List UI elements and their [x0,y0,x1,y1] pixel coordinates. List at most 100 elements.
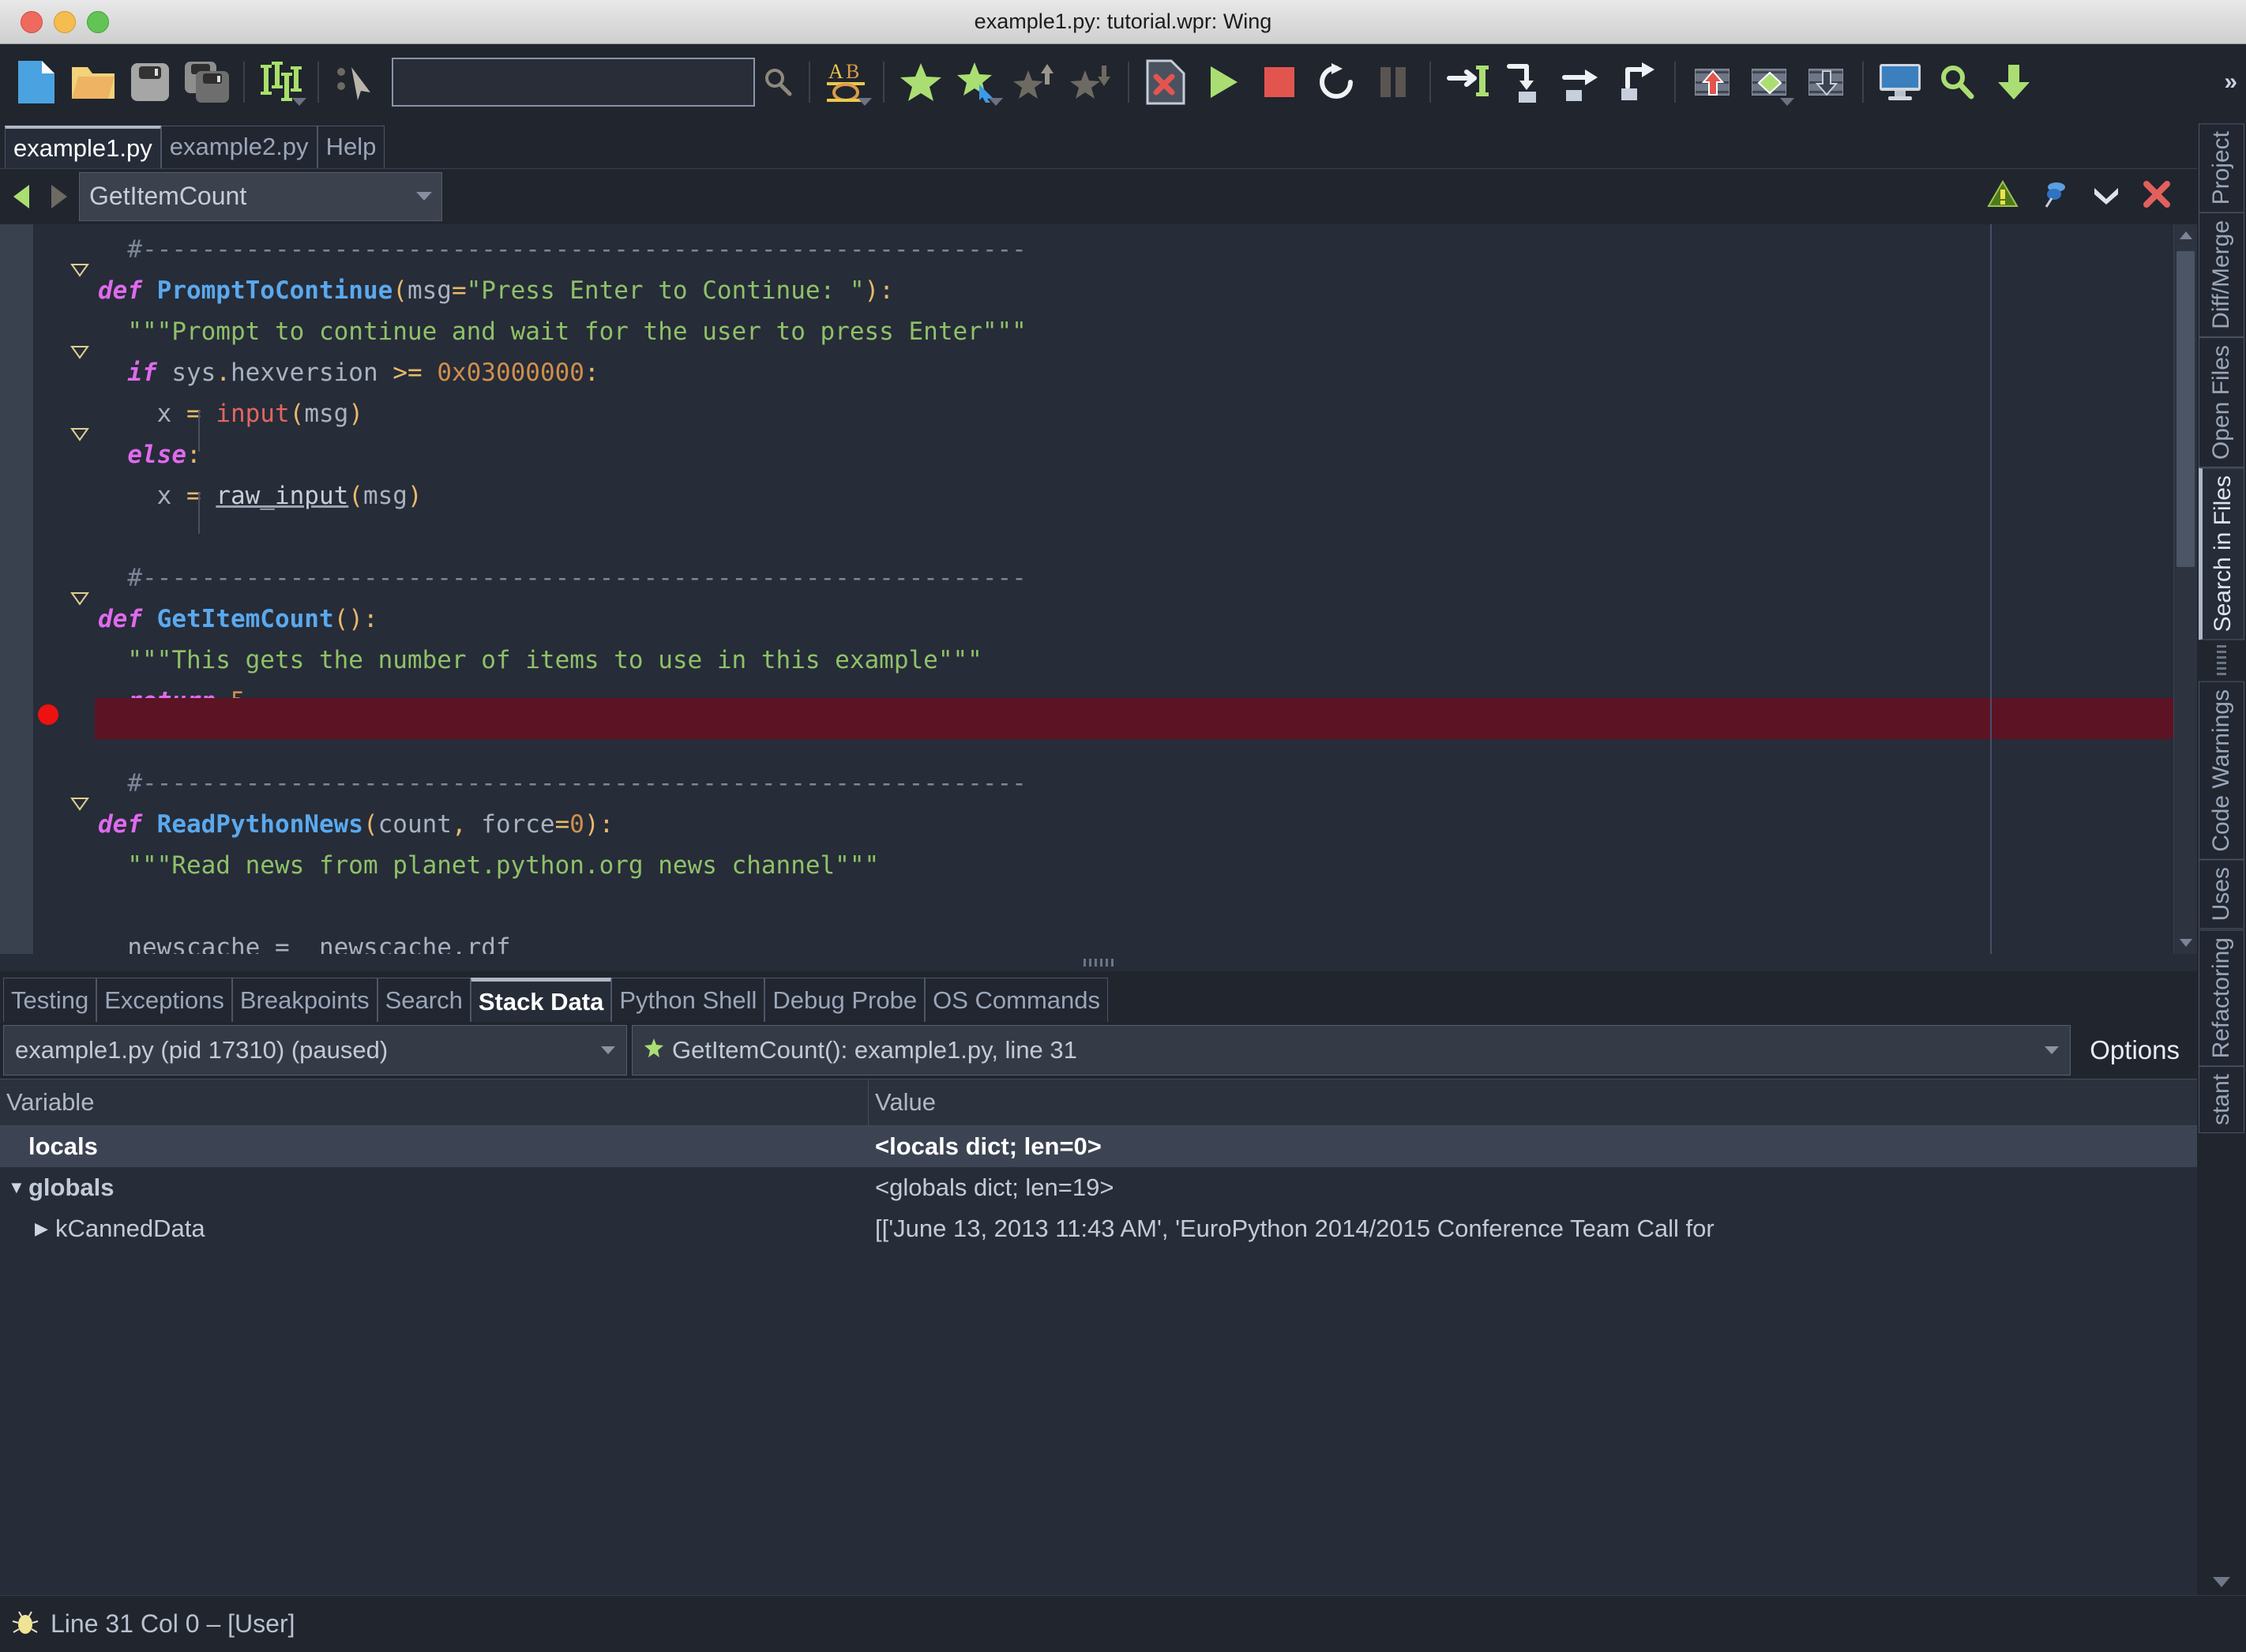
bottom-tab-python-shell[interactable]: Python Shell [611,978,765,1022]
run-icon[interactable] [1194,51,1251,114]
variable-name-cell[interactable]: ▶ kCannedData [0,1215,869,1243]
code-editor[interactable]: #---------------------------------------… [0,223,2197,955]
chevron-down-icon[interactable] [292,98,306,106]
right-strip-scroll-down-arrow[interactable] [2199,1568,2244,1595]
breakpoint-column[interactable] [33,223,66,955]
variable-value-cell[interactable]: <locals dict; len=0> [869,1132,2197,1161]
breakpoint-marker[interactable] [38,704,58,725]
right-tab-code-warnings[interactable]: Code Warnings [2199,681,2244,860]
nav-forward-button[interactable] [43,176,74,217]
right-tab-stant[interactable]: stant [2199,1066,2244,1134]
frame-selector[interactable]: GetItemCount(): example1.py, line 31 [632,1025,2071,1076]
chevron-down-icon[interactable] [1780,98,1794,106]
step-into-icon[interactable] [1439,51,1496,114]
close-icon[interactable] [2142,179,2172,213]
stop-icon[interactable] [1251,51,1308,114]
debug-probe-search-icon[interactable] [1929,51,1985,114]
right-tab-project[interactable]: Project [2199,123,2244,213]
right-tab-refactoring[interactable]: Refactoring [2199,929,2244,1067]
table-row[interactable]: ▼ globals <globals dict; len=19> [0,1167,2197,1208]
abc-replace-icon[interactable]: AB [818,51,875,114]
right-strip-grip-icon[interactable] [2217,644,2226,677]
variable-name-cell[interactable]: ▼ globals [0,1173,869,1202]
column-header-value[interactable]: Value [869,1079,2197,1125]
bottom-tab-exceptions[interactable]: Exceptions [96,978,232,1022]
right-tab-diff-merge[interactable]: Diff/Merge [2199,212,2244,338]
right-tab-search-in-files[interactable]: Search in Files [2199,467,2244,640]
scroll-up-arrow[interactable] [2174,224,2197,246]
step-over-icon[interactable] [1496,51,1553,114]
editor-scroll-thumb[interactable] [2177,250,2195,567]
bookmark-add-icon[interactable] [892,51,949,114]
symbol-selector[interactable]: GetItemCount [79,171,442,221]
open-file-icon[interactable] [65,51,122,114]
chevron-down-icon[interactable] [601,1046,615,1054]
step-out-icon[interactable] [1609,51,1666,114]
window-titlebar: example1.py: tutorial.wpr: Wing [0,0,2246,44]
bookmark-prev-icon[interactable] [1006,51,1063,114]
stop-debug-icon[interactable] [1137,51,1194,114]
variable-name: kCannedData [55,1215,205,1242]
bottom-tab-os-commands[interactable]: OS Commands [925,978,1109,1022]
bottom-tab-debug-probe[interactable]: Debug Probe [764,978,926,1022]
editor-horizontal-handle[interactable] [0,954,2197,971]
variable-value-cell[interactable]: <globals dict; len=19> [869,1173,2197,1202]
debug-io-icon[interactable] [1872,51,1929,114]
code-text-area[interactable]: #---------------------------------------… [95,223,2173,955]
nav-back-button[interactable] [6,176,38,217]
file-tab-example2[interactable]: example2.py [160,125,317,168]
process-selector[interactable]: example1.py (pid 17310) (paused) [3,1025,627,1076]
chevron-down-icon[interactable] [416,192,432,201]
bottom-tab-search[interactable]: Search [377,978,471,1022]
options-button[interactable]: Options [2075,1025,2194,1076]
right-tab-open-files[interactable]: Open Files [2199,337,2244,468]
chevron-down-icon[interactable] [989,98,1003,106]
twisty-collapsed-icon[interactable]: ▶ [35,1218,55,1239]
bottom-tab-testing[interactable]: Testing [3,978,97,1022]
bottom-tab-label: OS Commands [933,986,1101,1014]
stack-frame-icon[interactable] [1741,51,1797,114]
editor-vertical-scrollbar[interactable] [2173,223,2197,955]
code-line: """This gets the number of items to use … [127,645,982,674]
warning-triangle-icon[interactable] [1987,180,2019,212]
variable-name-cell[interactable]: locals [0,1132,869,1161]
splitter-grip-icon[interactable] [1084,959,1114,967]
pause-icon[interactable] [1365,51,1422,114]
download-icon[interactable] [1985,51,2042,114]
code-lines[interactable]: #---------------------------------------… [95,224,2173,955]
save-file-icon[interactable] [122,51,178,114]
bottom-tab-breakpoints[interactable]: Breakpoints [231,978,377,1022]
file-tab-help[interactable]: Help [317,125,385,168]
bookmark-goto-icon[interactable] [949,51,1006,114]
twisty-expanded-icon[interactable]: ▼ [8,1177,28,1198]
restart-icon[interactable] [1308,51,1365,114]
table-row[interactable]: ▶ kCannedData [['June 13, 2013 11:43 AM', … [0,1208,2197,1249]
select-mode-icon[interactable] [327,51,384,114]
search-icon[interactable] [755,66,801,98]
stack-down-icon[interactable] [1797,51,1854,114]
fold-column[interactable] [66,223,95,955]
chevron-down-icon[interactable] [858,98,872,106]
left-column: example1.py example2.py Help GetItemCoun… [0,120,2197,1595]
file-tab-example1[interactable]: example1.py [5,125,161,168]
chevron-down-icon[interactable] [2045,1046,2060,1054]
right-tab-uses[interactable]: Uses [2199,859,2244,929]
scroll-down-arrow[interactable] [2174,932,2197,954]
stack-up-icon[interactable] [1684,51,1741,114]
bottom-tab-stack-data[interactable]: Stack Data [470,978,612,1022]
column-header-variable[interactable]: Variable [0,1079,869,1125]
new-file-icon[interactable] [8,51,65,114]
chevron-down-icon[interactable] [2091,183,2121,209]
code-line: def ReadPythonNews(count, force=0): [98,809,614,839]
toolbar-separator [317,62,319,103]
save-all-icon[interactable] [178,51,235,114]
table-row[interactable]: locals <locals dict; len=0> [0,1126,2197,1167]
indentation-icon[interactable] [253,51,310,114]
overflow-chevrons-icon[interactable]: » [2224,69,2238,96]
pin-icon[interactable] [2039,178,2071,214]
search-input[interactable] [392,58,755,107]
bookmark-next-icon[interactable] [1063,51,1120,114]
step-over-line-icon[interactable] [1553,51,1609,114]
stack-data-grid[interactable]: locals <locals dict; len=0> ▼ globals <globa… [0,1126,2197,1595]
variable-value-cell[interactable]: [['June 13, 2013 11:43 AM', 'EuroPython … [869,1215,2197,1243]
